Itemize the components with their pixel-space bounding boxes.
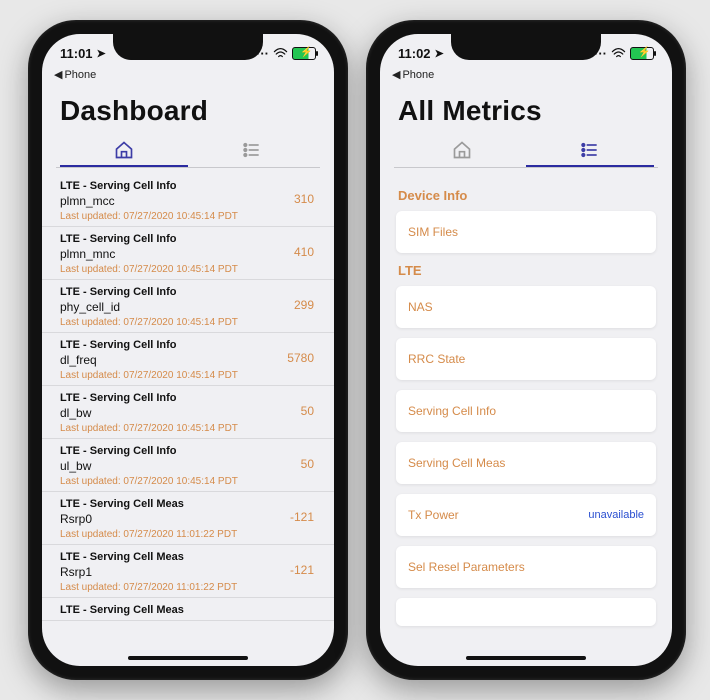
dashboard-list[interactable]: LTE - Serving Cell Info plmn_mcc Last up…	[42, 168, 334, 621]
wifi-icon	[611, 48, 626, 59]
row-value: -121	[290, 563, 314, 577]
section-header-lte: LTE	[398, 263, 654, 278]
battery-icon: ⚡	[630, 47, 654, 60]
tab-bar	[42, 133, 334, 167]
list-item[interactable]: LTE - Serving Cell Info phy_cell_id Last…	[42, 280, 334, 333]
list-item[interactable]: LTE - Serving Cell Info plmn_mnc Last up…	[42, 227, 334, 280]
list-item[interactable]: LTE - Serving Cell Meas Rsrp0 Last updat…	[42, 492, 334, 545]
metrics-card-rrc-state[interactable]: RRC State	[396, 338, 656, 380]
chevron-left-icon: ◀	[392, 69, 400, 81]
tab-home[interactable]	[60, 133, 188, 167]
row-updated: Last updated: 07/27/2020 10:45:14 PDT	[60, 317, 316, 328]
row-name: Rsrp1	[60, 565, 316, 579]
breadcrumb-label: Phone	[402, 69, 434, 81]
row-value: 310	[294, 192, 314, 206]
wifi-icon	[273, 48, 288, 59]
metrics-card-tx-power[interactable]: Tx Power unavailable	[396, 494, 656, 536]
tab-bar	[380, 133, 672, 167]
row-updated: Last updated: 07/27/2020 10:45:14 PDT	[60, 476, 316, 487]
row-value: 5780	[287, 351, 314, 365]
card-label: Sel Resel Parameters	[408, 560, 525, 574]
list-item[interactable]: LTE - Serving Cell Info dl_freq Last upd…	[42, 333, 334, 386]
row-category: LTE - Serving Cell Info	[60, 339, 316, 351]
notch	[113, 34, 263, 60]
row-value: -121	[290, 510, 314, 524]
row-category: LTE - Serving Cell Meas	[60, 604, 316, 616]
home-indicator[interactable]	[128, 656, 248, 660]
row-category: LTE - Serving Cell Info	[60, 286, 316, 298]
row-category: LTE - Serving Cell Info	[60, 392, 316, 404]
row-updated: Last updated: 07/27/2020 10:45:14 PDT	[60, 370, 316, 381]
row-value: 50	[301, 457, 314, 471]
card-label: NAS	[408, 300, 433, 314]
metrics-card-serving-cell-meas[interactable]: Serving Cell Meas	[396, 442, 656, 484]
list-item[interactable]: LTE - Serving Cell Info dl_bw Last updat…	[42, 386, 334, 439]
metrics-card-nas[interactable]: NAS	[396, 286, 656, 328]
page-title: All Metrics	[380, 83, 672, 133]
metrics-list[interactable]: Device Info SIM Files LTE NAS RRC State …	[380, 168, 672, 626]
metrics-card-sel-resel[interactable]: Sel Resel Parameters	[396, 546, 656, 588]
battery-icon: ⚡	[292, 47, 316, 60]
row-name: phy_cell_id	[60, 300, 316, 314]
phone-dashboard: 11:01 ➤ ··· ⚡ ◀Phone Dashboard	[28, 20, 348, 680]
page-title: Dashboard	[42, 83, 334, 133]
row-name: plmn_mcc	[60, 194, 316, 208]
section-header-device-info: Device Info	[398, 188, 654, 203]
status-time: 11:01	[60, 46, 93, 61]
tab-list[interactable]	[188, 133, 316, 167]
row-name: plmn_mnc	[60, 247, 316, 261]
breadcrumb-label: Phone	[64, 69, 96, 81]
row-name: Rsrp0	[60, 512, 316, 526]
row-value: 410	[294, 245, 314, 259]
row-category: LTE - Serving Cell Meas	[60, 551, 316, 563]
card-label: Tx Power	[408, 508, 459, 522]
row-name: ul_bw	[60, 459, 316, 473]
notch	[451, 34, 601, 60]
list-item[interactable]: LTE - Serving Cell Info ul_bw Last updat…	[42, 439, 334, 492]
row-name: dl_freq	[60, 353, 316, 367]
location-arrow-icon: ➤	[97, 47, 106, 60]
location-arrow-icon: ➤	[435, 47, 444, 60]
card-label: RRC State	[408, 352, 465, 366]
card-label: SIM Files	[408, 225, 458, 239]
screen-dashboard: 11:01 ➤ ··· ⚡ ◀Phone Dashboard	[42, 34, 334, 666]
phone-all-metrics: 11:02 ➤ ··· ⚡ ◀Phone All Metrics	[366, 20, 686, 680]
row-updated: Last updated: 07/27/2020 10:45:14 PDT	[60, 211, 316, 222]
row-category: LTE - Serving Cell Info	[60, 180, 316, 192]
row-category: LTE - Serving Cell Meas	[60, 498, 316, 510]
card-label: Serving Cell Meas	[408, 456, 505, 470]
card-label: Serving Cell Info	[408, 404, 496, 418]
status-time: 11:02	[398, 46, 431, 61]
tab-list[interactable]	[526, 133, 654, 167]
row-name: dl_bw	[60, 406, 316, 420]
row-value: 299	[294, 298, 314, 312]
home-indicator[interactable]	[466, 656, 586, 660]
row-value: 50	[301, 404, 314, 418]
chevron-left-icon: ◀	[54, 69, 62, 81]
screen-all-metrics: 11:02 ➤ ··· ⚡ ◀Phone All Metrics	[380, 34, 672, 666]
row-updated: Last updated: 07/27/2020 11:01:22 PDT	[60, 582, 316, 593]
list-item[interactable]: LTE - Serving Cell Meas	[42, 598, 334, 621]
row-updated: Last updated: 07/27/2020 11:01:22 PDT	[60, 529, 316, 540]
list-item[interactable]: LTE - Serving Cell Meas Rsrp1 Last updat…	[42, 545, 334, 598]
metrics-card-sim-files[interactable]: SIM Files	[396, 211, 656, 253]
breadcrumb[interactable]: ◀Phone	[380, 68, 672, 83]
breadcrumb[interactable]: ◀Phone	[42, 68, 334, 83]
list-item[interactable]: LTE - Serving Cell Info plmn_mcc Last up…	[42, 174, 334, 227]
card-status: unavailable	[588, 509, 644, 521]
metrics-card-next[interactable]	[396, 598, 656, 626]
row-category: LTE - Serving Cell Info	[60, 445, 316, 457]
metrics-card-serving-cell-info[interactable]: Serving Cell Info	[396, 390, 656, 432]
row-updated: Last updated: 07/27/2020 10:45:14 PDT	[60, 264, 316, 275]
row-category: LTE - Serving Cell Info	[60, 233, 316, 245]
row-updated: Last updated: 07/27/2020 10:45:14 PDT	[60, 423, 316, 434]
tab-home[interactable]	[398, 133, 526, 167]
